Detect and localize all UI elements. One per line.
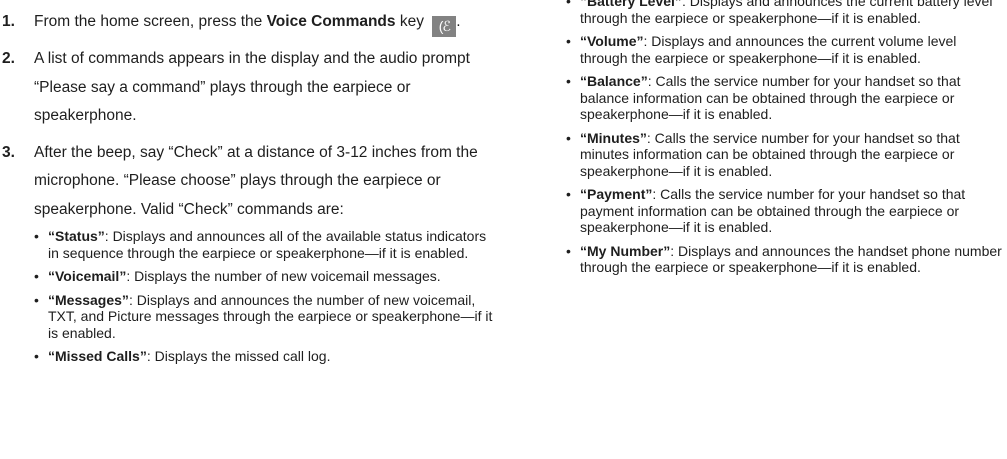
step-1: 1. From the home screen, press the Voice… — [0, 8, 495, 37]
step-text: From the home screen, press the — [34, 13, 267, 30]
bullet: • — [566, 0, 571, 9]
command-name: “Messages” — [48, 291, 129, 308]
command-name: “Balance” — [580, 73, 648, 89]
command-description: : Displays the missed call log. — [146, 348, 331, 364]
list-item: • “Missed Calls”: Displays the missed cal… — [34, 348, 495, 365]
step-number: 2. — [2, 50, 15, 67]
bullet: • — [34, 268, 39, 284]
list-item: • “Minutes”: Calls the service number for… — [566, 130, 1007, 180]
list-item: • “Status”: Displays and announces all of… — [34, 228, 495, 261]
command-name: “Voicemail” — [48, 268, 127, 284]
bullet: • — [566, 73, 571, 89]
bullet: • — [566, 33, 571, 49]
command-name: “Payment” — [580, 186, 653, 202]
command-name: “Volume” — [580, 33, 644, 49]
step-number: 3. — [2, 143, 15, 161]
command-name: “My Number” — [580, 242, 671, 259]
voice-commands-label: Voice Commands — [266, 13, 396, 30]
step-text: After the beep, say “Check” at a distanc… — [34, 143, 478, 218]
command-description: : Displays the number of new voicemail m… — [126, 268, 441, 284]
right-column: • “Battery Level”: Displays and announces… — [566, 0, 1007, 283]
left-column: 1. From the home screen, press the Voice… — [0, 0, 495, 372]
step-3: 3. After the beep, say “Check” at a dist… — [0, 139, 495, 365]
list-item: • “My Number”: Displays and announces the… — [566, 243, 1007, 276]
command-name: “Status” — [48, 228, 105, 244]
bullet: • — [34, 291, 39, 308]
check-commands-list: • “Status”: Displays and announces all of… — [34, 228, 495, 365]
list-item: • “Payment”: Calls the service number for… — [566, 186, 1007, 236]
list-item-partial: • “Battery Level”: Displays and announces… — [566, 0, 1007, 26]
list-item: • “Messages”: Displays and announces the … — [34, 292, 495, 342]
check-commands-list-continued: • “Volume”: Displays and announces the cu… — [566, 33, 1007, 276]
voice-commands-key-icon: (ℰ — [432, 16, 457, 37]
list-item: • “Voicemail”: Displays the number of new… — [34, 268, 495, 285]
period: . — [456, 13, 461, 30]
step-number: 1. — [2, 13, 15, 30]
list-item: • “Volume”: Displays and announces the cu… — [566, 33, 1007, 66]
step-text-after: key — [395, 13, 424, 30]
bullet: • — [34, 348, 39, 364]
step-text: A list of commands appears in the displa… — [34, 50, 470, 124]
step-2: 2. A list of commands appears in the dis… — [0, 45, 495, 131]
bullet: • — [34, 228, 39, 244]
bullet: • — [566, 129, 571, 146]
command-name: “Battery Level” — [580, 0, 682, 9]
bullet: • — [566, 242, 571, 259]
command-name: “Minutes” — [580, 129, 647, 146]
bullet: • — [566, 186, 571, 202]
command-name: “Missed Calls” — [48, 348, 147, 364]
list-item: • “Balance”: Calls the service number for… — [566, 73, 1007, 123]
command-description: : Displays and announces all of the avai… — [48, 228, 487, 261]
